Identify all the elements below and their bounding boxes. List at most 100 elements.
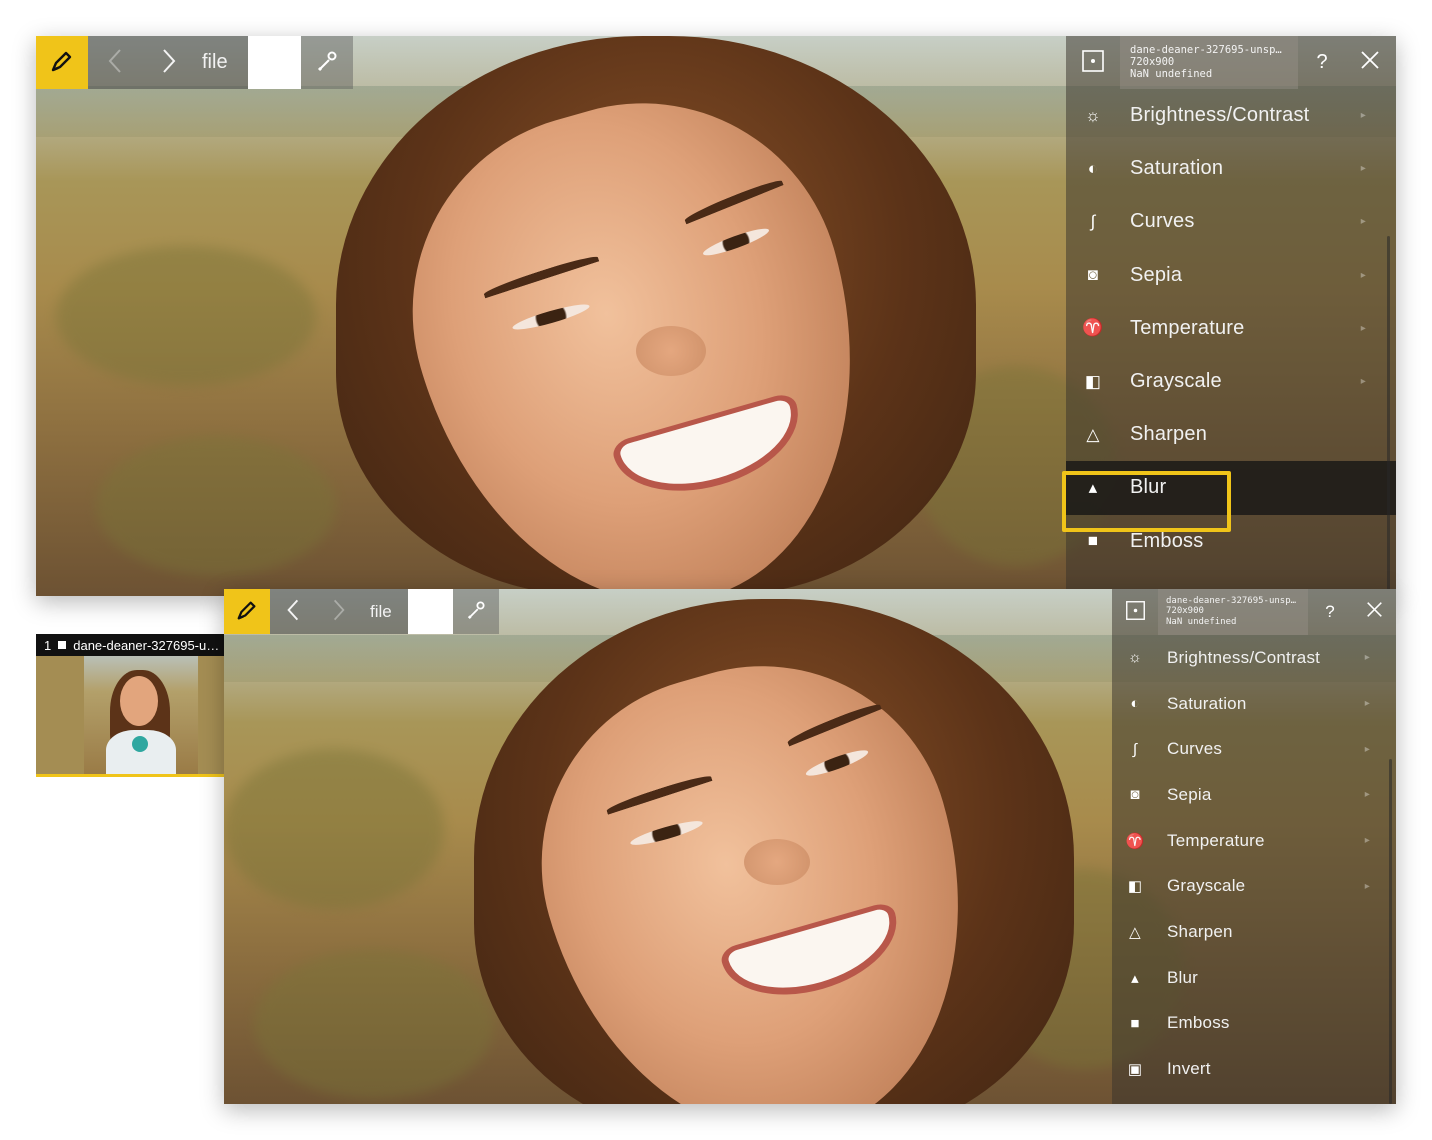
adjustments-menu: ☼ Brightness/Contrast ▸ ◐ Saturation ▸ ∫ Curves… bbox=[1112, 635, 1396, 1092]
submenu-arrow-icon: ▸ bbox=[1364, 880, 1370, 892]
submenu-arrow-icon: ▸ bbox=[1364, 789, 1370, 801]
menu-item-brightness-contrast[interactable]: ☼ Brightness/Contrast ▸ bbox=[1066, 89, 1396, 142]
submenu-arrow-icon: ▸ bbox=[1364, 698, 1370, 710]
menu-item-label: Sharpen bbox=[1130, 423, 1208, 446]
photo-bush bbox=[56, 246, 316, 386]
menu-item-sepia[interactable]: ◙ Sepia ▸ bbox=[1066, 249, 1396, 302]
drop-icon: ▴ bbox=[1088, 477, 1098, 497]
menu-item-curves[interactable]: ∫ Curves ▸ bbox=[1066, 195, 1396, 248]
menu-item-label: Grayscale bbox=[1167, 876, 1246, 896]
toolbar-strip bbox=[499, 589, 1112, 634]
brush-button[interactable] bbox=[36, 36, 88, 89]
saturation-icon: ◐ bbox=[1087, 158, 1099, 178]
thumbnail-image[interactable] bbox=[84, 656, 198, 774]
menu-item-temperature[interactable]: ♈ Temperature ▸ bbox=[1066, 302, 1396, 355]
menu-item-saturation[interactable]: ◐ Saturation ▸ bbox=[1112, 681, 1396, 727]
triangle-icon: △ bbox=[1086, 424, 1100, 444]
thermometer-icon: ♈ bbox=[1082, 318, 1104, 338]
close-icon bbox=[1360, 50, 1380, 75]
fit-screen-button[interactable] bbox=[1112, 589, 1158, 635]
sepia-icon: ◙ bbox=[1130, 786, 1140, 804]
emboss-icon: ■ bbox=[1087, 531, 1099, 551]
help-button[interactable]: ? bbox=[1308, 589, 1352, 635]
panel-scrollbar[interactable] bbox=[1387, 236, 1390, 596]
file-info-dimensions: 720x900 bbox=[1166, 606, 1204, 617]
back-button[interactable] bbox=[270, 589, 316, 634]
chevron-left-icon bbox=[107, 48, 123, 78]
file-info-dimensions: 720x900 bbox=[1130, 56, 1175, 69]
menu-item-label: Grayscale bbox=[1130, 370, 1222, 393]
emboss-icon: ■ bbox=[1130, 1014, 1140, 1032]
close-button[interactable] bbox=[1352, 589, 1396, 635]
toolbar: file bbox=[36, 36, 353, 89]
menu-item-sharpen[interactable]: △ Sharpen bbox=[1112, 909, 1396, 955]
menu-item-label: Curves bbox=[1130, 210, 1195, 233]
toolbar: file bbox=[224, 589, 499, 634]
layer-square-icon bbox=[58, 641, 67, 649]
menu-item-sepia[interactable]: ◙ Sepia ▸ bbox=[1112, 772, 1396, 818]
file-info-name: dane-deaner-327695-unsp… bbox=[1166, 596, 1297, 606]
menu-item-blur[interactable]: ▴ Blur bbox=[1066, 461, 1396, 515]
sepia-icon: ◙ bbox=[1087, 265, 1099, 285]
file-menu[interactable]: file bbox=[362, 589, 408, 634]
color-swatch[interactable] bbox=[408, 589, 453, 634]
menu-item-label: Sepia bbox=[1130, 263, 1183, 286]
submenu-arrow-icon: ▸ bbox=[1360, 216, 1366, 228]
color-swatch[interactable] bbox=[248, 36, 301, 89]
help-label: ? bbox=[1316, 51, 1328, 73]
file-info: dane-deaner-327695-unsp… 720x900 NaN und… bbox=[1120, 36, 1298, 89]
submenu-arrow-icon: ▸ bbox=[1360, 322, 1366, 334]
menu-item-temperature[interactable]: ♈ Temperature ▸ bbox=[1112, 818, 1396, 864]
file-menu-label: file bbox=[202, 51, 228, 73]
menu-item-emboss[interactable]: ■ Emboss bbox=[1112, 1001, 1396, 1047]
menu-item-label: Emboss bbox=[1130, 529, 1204, 552]
panel-header: dane-deaner-327695-unsp… 720x900 NaN und… bbox=[1066, 36, 1396, 89]
eyedropper-icon bbox=[467, 600, 485, 624]
back-button[interactable] bbox=[88, 36, 142, 89]
panel-header: dane-deaner-327695-unsp… 720x900 NaN und… bbox=[1112, 589, 1396, 635]
thumbnail-strip: 1 dane-deaner-327695-u… bbox=[36, 634, 225, 777]
sun-icon: ☼ bbox=[1128, 649, 1142, 667]
thumbnail-name: dane-deaner-327695-u… bbox=[73, 637, 220, 653]
editor-window-top: file dane-deaner-327695-unsp… 720x900 Na… bbox=[36, 36, 1396, 596]
forward-button[interactable] bbox=[316, 589, 362, 634]
brush-icon bbox=[49, 48, 75, 78]
menu-item-label: Saturation bbox=[1130, 157, 1224, 180]
adjustments-panel: dane-deaner-327695-unsp… 720x900 NaN und… bbox=[1112, 589, 1396, 1104]
menu-item-grayscale[interactable]: ◧ Grayscale ▸ bbox=[1066, 355, 1396, 408]
file-menu[interactable]: file bbox=[196, 36, 248, 89]
thumbnail-header[interactable]: 1 dane-deaner-327695-u… bbox=[36, 634, 225, 656]
eyedropper-button[interactable] bbox=[453, 589, 499, 634]
menu-item-curves[interactable]: ∫ Curves ▸ bbox=[1112, 726, 1396, 772]
brush-button[interactable] bbox=[224, 589, 270, 634]
eyedropper-button[interactable] bbox=[301, 36, 353, 89]
drop-icon: ▴ bbox=[1131, 969, 1139, 987]
chevron-right-icon bbox=[332, 598, 346, 626]
thumb-necklace bbox=[132, 736, 148, 752]
menu-item-invert[interactable]: ▣ Invert bbox=[1112, 1046, 1396, 1092]
photo-bush bbox=[224, 749, 444, 909]
fit-screen-button[interactable] bbox=[1066, 36, 1120, 89]
menu-item-label: Sepia bbox=[1167, 784, 1212, 804]
close-button[interactable] bbox=[1346, 36, 1394, 89]
menu-item-label: Invert bbox=[1167, 1059, 1211, 1079]
menu-item-brightness-contrast[interactable]: ☼ Brightness/Contrast ▸ bbox=[1112, 635, 1396, 681]
menu-item-sharpen[interactable]: △ Sharpen bbox=[1066, 408, 1396, 461]
curves-icon: ∫ bbox=[1090, 211, 1096, 231]
forward-button[interactable] bbox=[142, 36, 196, 89]
menu-item-grayscale[interactable]: ◧ Grayscale ▸ bbox=[1112, 863, 1396, 909]
submenu-arrow-icon: ▸ bbox=[1360, 110, 1366, 122]
menu-item-saturation[interactable]: ◐ Saturation ▸ bbox=[1066, 142, 1396, 195]
thumb-face bbox=[120, 676, 158, 726]
triangle-icon: △ bbox=[1129, 923, 1141, 941]
grayscale-icon: ◧ bbox=[1084, 371, 1102, 391]
menu-item-blur[interactable]: ▴ Blur bbox=[1112, 955, 1396, 1001]
panel-scrollbar[interactable] bbox=[1389, 759, 1392, 1104]
invert-icon: ▣ bbox=[1127, 1061, 1143, 1079]
saturation-icon: ◐ bbox=[1130, 695, 1140, 713]
menu-item-emboss[interactable]: ■ Emboss bbox=[1066, 515, 1396, 568]
help-button[interactable]: ? bbox=[1298, 36, 1346, 89]
menu-item-label: Blur bbox=[1167, 967, 1199, 987]
close-icon bbox=[1366, 601, 1383, 623]
menu-item-label: Brightness/Contrast bbox=[1130, 104, 1310, 127]
